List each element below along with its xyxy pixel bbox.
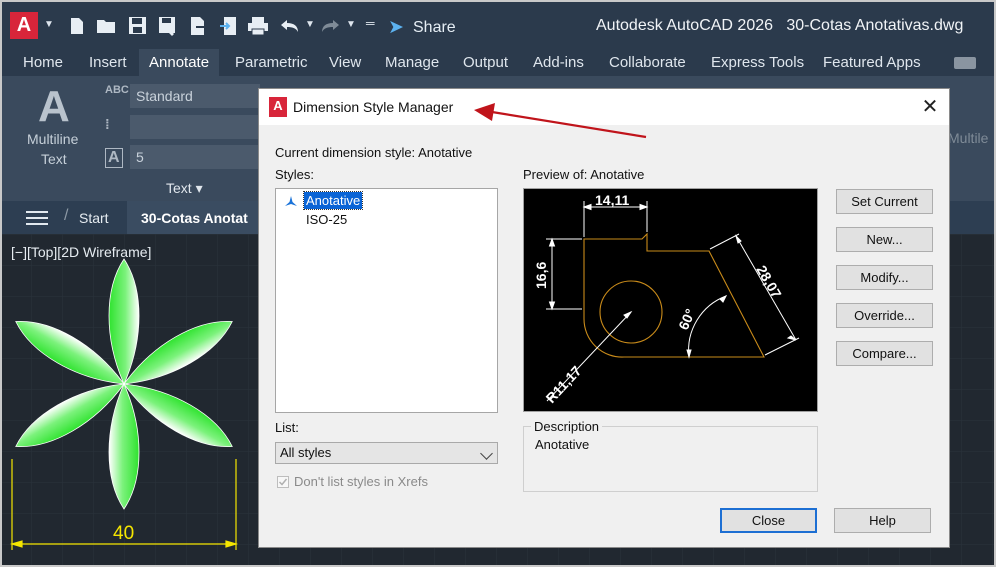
preview-label: Preview of: Anotative: [523, 167, 645, 182]
tab-add-ins[interactable]: Add-ins: [533, 49, 584, 76]
compare-button[interactable]: Compare...: [836, 341, 933, 366]
text-height-field[interactable]: 5: [130, 145, 260, 169]
file-tab-label[interactable]: 30-Cotas Anotat: [141, 210, 248, 226]
ribbon-tab-bar: Home Insert Annotate Parametric View Man…: [0, 49, 996, 76]
multileader-label[interactable]: Multile: [948, 130, 988, 146]
styles-listbox[interactable]: Anotative ISO-25: [275, 188, 498, 413]
tab-parametric[interactable]: Parametric: [235, 49, 308, 76]
open-folder-icon[interactable]: [96, 17, 118, 35]
tab-featured-apps[interactable]: Featured Apps: [823, 49, 921, 76]
set-current-button[interactable]: Set Current: [836, 189, 933, 214]
checkmark-icon: [278, 478, 288, 486]
list-filter-select[interactable]: All styles: [275, 442, 498, 464]
styles-label: Styles:: [275, 167, 315, 182]
new-style-button[interactable]: New...: [836, 227, 933, 252]
customize-quick-access-icon[interactable]: ═: [366, 16, 375, 30]
description-text: Anotative: [535, 437, 590, 452]
multiline-text-label-1[interactable]: Multiline: [27, 131, 78, 147]
tab-home[interactable]: Home: [23, 49, 63, 76]
tab-view[interactable]: View: [329, 49, 361, 76]
flower-drawing: [9, 258, 239, 550]
xref-checkbox-label[interactable]: Don't list styles in Xrefs: [294, 474, 428, 489]
text-style-select[interactable]: Standard: [130, 84, 260, 108]
tab-output[interactable]: Output: [463, 49, 508, 76]
list-label: List:: [275, 420, 299, 435]
multiline-text-icon[interactable]: A: [38, 82, 70, 132]
modify-button[interactable]: Modify...: [836, 265, 933, 290]
undo-icon[interactable]: [280, 18, 300, 34]
ribbon-minimize-button[interactable]: [954, 57, 976, 69]
tab-collaborate[interactable]: Collaborate: [609, 49, 686, 76]
petal: [108, 383, 140, 510]
dimension-text[interactable]: 40: [113, 523, 134, 545]
preview-dim-angular: 60°: [675, 306, 698, 332]
share-button[interactable]: Share: [413, 19, 456, 37]
preview-drawing: 14,11 16,6 28,07 60° R11,17: [533, 192, 800, 407]
tab-manage[interactable]: Manage: [385, 49, 439, 76]
description-title: Description: [531, 419, 603, 434]
find-text-field[interactable]: [130, 115, 260, 139]
file-tabs-menu-icon[interactable]: [26, 207, 48, 225]
dimension-style-manager-dialog: A Dimension Style Manager ✕ Current dime…: [258, 88, 950, 548]
find-text-icon[interactable]: ⁞: [105, 116, 110, 132]
petal: [108, 258, 140, 385]
text-height-icon[interactable]: A: [105, 148, 123, 168]
redo-icon[interactable]: [320, 18, 340, 34]
list-filter-value: All styles: [280, 445, 332, 460]
help-button[interactable]: Help: [834, 508, 931, 533]
title-bar: A ▼ ▼ ▼ ═ ➤ Share Autodesk AutoCAD 2026 …: [0, 0, 996, 49]
style-item-iso-25[interactable]: ISO-25: [304, 211, 349, 228]
text-panel-label[interactable]: Text ▾: [166, 180, 203, 197]
autocad-logo-icon[interactable]: A: [10, 12, 38, 39]
file-name: 30-Cotas Anotativas.dwg: [786, 17, 964, 34]
multiline-text-label-2[interactable]: Text: [41, 151, 67, 167]
description-group: [523, 426, 818, 492]
tab-annotate[interactable]: Annotate: [139, 49, 220, 76]
undo-caret-icon[interactable]: ▼: [305, 19, 315, 30]
override-button[interactable]: Override...: [836, 303, 933, 328]
tab-separator: /: [64, 207, 69, 224]
preview-dim-horizontal: 14,11: [595, 192, 629, 208]
share-send-icon[interactable]: ➤: [388, 16, 404, 39]
save-icon[interactable]: [128, 16, 147, 35]
preview-dim-vertical: 16,6: [533, 262, 549, 289]
tab-express-tools[interactable]: Express Tools: [711, 49, 804, 76]
tab-start[interactable]: Start: [79, 210, 109, 226]
preview-dim-aligned: 28,07: [753, 263, 784, 302]
style-item-anotative[interactable]: Anotative: [302, 191, 364, 210]
annotative-scale-icon: [285, 196, 297, 206]
new-file-icon[interactable]: [68, 17, 86, 35]
chevron-down-icon: [480, 447, 493, 460]
current-style-label: Current dimension style: Anotative: [275, 145, 473, 160]
autocad-dialog-icon: A: [269, 97, 287, 117]
style-preview: 14,11 16,6 28,07 60° R11,17: [523, 188, 818, 412]
save-as-icon[interactable]: [158, 16, 178, 36]
tab-insert[interactable]: Insert: [89, 49, 127, 76]
app-name: Autodesk AutoCAD 2026: [596, 17, 774, 34]
export-icon[interactable]: [188, 15, 208, 37]
publish-icon[interactable]: [219, 15, 239, 37]
dialog-title: Dimension Style Manager: [293, 99, 454, 115]
redo-caret-icon[interactable]: ▼: [346, 19, 356, 30]
plot-printer-icon[interactable]: [247, 16, 269, 36]
xref-checkbox[interactable]: [277, 476, 289, 488]
close-button[interactable]: Close: [720, 508, 817, 533]
app-menu-caret-icon[interactable]: ▼: [44, 19, 54, 30]
close-icon[interactable]: ✕: [917, 94, 943, 120]
preview-dim-radius: R11,17: [542, 363, 584, 407]
window-title: Autodesk AutoCAD 2026 30-Cotas Anotativa…: [596, 17, 963, 35]
check-spelling-icon[interactable]: ABC: [105, 84, 129, 96]
